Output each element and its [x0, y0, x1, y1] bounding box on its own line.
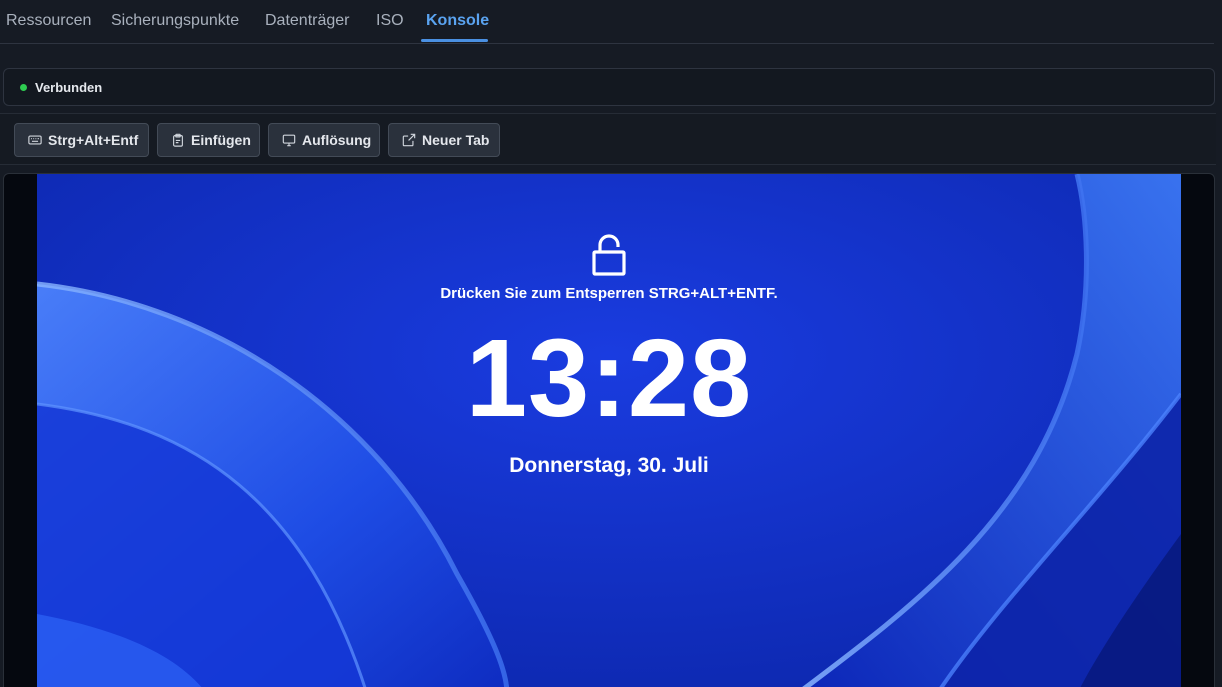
ctrl-alt-del-button[interactable]: Strg+Alt+Entf	[14, 123, 149, 157]
ctrl-alt-del-label: Strg+Alt+Entf	[48, 132, 139, 148]
external-link-icon	[402, 133, 416, 147]
connection-status-label: Verbunden	[35, 80, 103, 95]
tab-datentraeger[interactable]: Datenträger	[265, 12, 350, 30]
resolution-label: Auflösung	[302, 132, 372, 148]
new-tab-button[interactable]: Neuer Tab	[388, 123, 500, 157]
remote-screen[interactable]: Drücken Sie zum Entsperren STRG+ALT+ENTF…	[37, 174, 1181, 687]
status-dot-icon	[20, 84, 27, 91]
lockscreen-date: Donnerstag, 30. Juli	[509, 454, 709, 477]
unlock-hint-text: Drücken Sie zum Entsperren STRG+ALT+ENTF…	[440, 285, 778, 302]
tab-bar: Ressourcen Sicherungspunkte Datenträger …	[0, 0, 1214, 44]
remote-console-frame[interactable]: Drücken Sie zum Entsperren STRG+ALT+ENTF…	[3, 173, 1215, 687]
console-toolbar: Strg+Alt+Entf Einfügen Auflösung Neuer T…	[0, 113, 1216, 165]
tab-ressourcen[interactable]: Ressourcen	[6, 12, 91, 30]
paste-label: Einfügen	[191, 132, 251, 148]
resolution-button[interactable]: Auflösung	[268, 123, 380, 157]
tab-konsole[interactable]: Konsole	[426, 12, 489, 30]
clipboard-icon	[173, 133, 183, 147]
lockscreen-clock: 13:28	[465, 317, 753, 440]
keyboard-icon	[28, 135, 42, 145]
active-tab-indicator	[421, 39, 488, 42]
connection-status-bar: Verbunden	[3, 68, 1215, 106]
tab-sicherungspunkte[interactable]: Sicherungspunkte	[111, 12, 239, 30]
unlock-icon	[592, 234, 626, 276]
new-tab-label: Neuer Tab	[422, 132, 490, 148]
paste-button[interactable]: Einfügen	[157, 123, 260, 157]
tab-iso[interactable]: ISO	[376, 12, 404, 30]
monitor-icon	[282, 134, 296, 147]
